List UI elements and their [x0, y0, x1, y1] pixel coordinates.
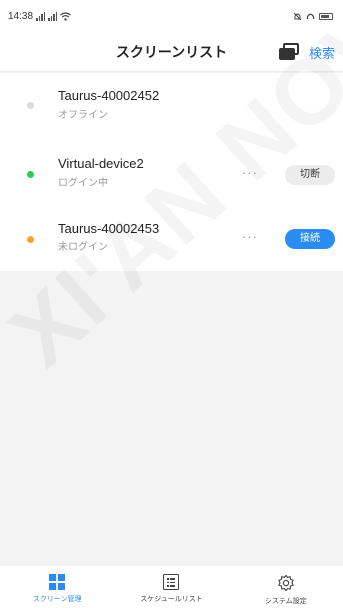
status-bar: 14:38	[0, 0, 343, 32]
alarm-icon	[293, 12, 302, 20]
grid-icon	[49, 574, 66, 590]
status-left: 14:38	[8, 11, 71, 22]
app-header: スクリーンリスト 検索	[0, 32, 343, 72]
connect-button[interactable]: 接続	[285, 229, 335, 249]
tab-screen-management[interactable]: スクリーン管理	[0, 566, 114, 608]
bottom-tab-bar: スクリーン管理 スケジュールリスト システム設定	[0, 566, 343, 608]
tab-system-settings[interactable]: システム設定	[229, 566, 343, 608]
disconnect-button[interactable]: 切断	[285, 165, 335, 185]
header-actions: 検索	[278, 32, 335, 72]
screens-icon[interactable]	[278, 43, 299, 61]
not-logged-in-status-dot	[27, 236, 34, 243]
online-status-dot	[27, 171, 34, 178]
device-name: Taurus-40002453	[58, 221, 160, 236]
device-status: 未ログイン	[58, 242, 108, 253]
tab-label: スクリーン管理	[32, 596, 82, 603]
search-button[interactable]: 検索	[309, 43, 335, 62]
status-right	[293, 12, 333, 21]
offline-status-dot	[27, 102, 34, 109]
clock-time: 14:38	[8, 10, 34, 22]
tab-label: スケジュールリスト	[140, 596, 203, 603]
device-status: オフライン	[58, 110, 108, 121]
more-options-icon[interactable]: ···	[242, 229, 258, 244]
headset-icon	[306, 13, 315, 19]
device-row-taurus-40002452[interactable]: Taurus-40002452 オフライン	[0, 73, 343, 139]
list-icon	[163, 574, 180, 590]
wifi-icon	[60, 11, 71, 21]
signal-icon	[36, 11, 46, 21]
device-row-taurus-40002453[interactable]: Taurus-40002453 未ログイン ··· 接続	[0, 205, 343, 271]
gear-icon	[278, 574, 294, 592]
tab-label: システム設定	[264, 598, 307, 605]
more-options-icon[interactable]: ···	[242, 165, 258, 180]
device-name: Taurus-40002452	[58, 88, 160, 103]
tab-schedule-list[interactable]: スケジュールリスト	[114, 566, 228, 608]
device-status: ログイン中	[58, 178, 108, 189]
signal-icon-2	[48, 11, 58, 21]
battery-icon	[319, 12, 333, 20]
device-name: Virtual-device2	[58, 156, 144, 171]
device-list: Taurus-40002452 オフライン Virtual-device2 ログ…	[0, 73, 343, 271]
device-row-virtual-device2[interactable]: Virtual-device2 ログイン中 ··· 切断	[0, 139, 343, 205]
